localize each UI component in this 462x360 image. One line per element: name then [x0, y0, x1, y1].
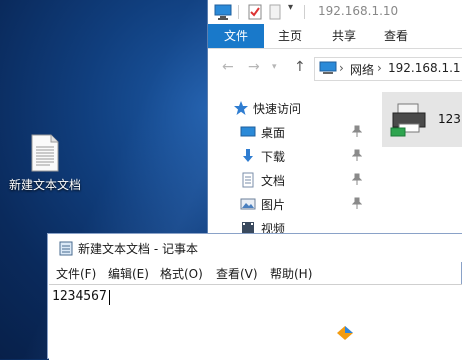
file-explorer-window[interactable]: ▾ 192.168.1.10 文件 主页 共享 查看 ← → ▾ ↑ › 网络 … [207, 0, 462, 240]
separator [304, 5, 305, 19]
sidebar-item-label: 快速访问 [253, 102, 302, 116]
menu-format[interactable]: 格式(O) [160, 265, 203, 282]
tab-view[interactable]: 查看 [376, 24, 416, 48]
desktop-file-icon[interactable]: 新建文本文档 [2, 134, 88, 204]
menu-file[interactable]: 文件(F) [56, 265, 96, 282]
notepad-icon [59, 241, 73, 256]
star-icon [234, 101, 248, 115]
qa-dropdown-icon[interactable]: ▾ [288, 2, 293, 13]
properties-icon[interactable] [246, 3, 264, 21]
watermark-text: 创新互联 [366, 326, 443, 348]
breadcrumb-chevron-icon[interactable]: › [339, 61, 344, 75]
recent-dropdown-icon[interactable]: ▾ [272, 62, 277, 72]
sidebar-item-documents[interactable]: 文档 [228, 170, 378, 190]
up-arrow-icon[interactable]: ↑ [294, 59, 306, 75]
menu-edit[interactable]: 编辑(E) [108, 265, 149, 282]
download-icon [243, 149, 253, 162]
sidebar-item-quick-access[interactable]: 快速访问 [228, 98, 378, 118]
window-title: 192.168.1.10 [318, 4, 399, 18]
navigation-bar: ← → ▾ ↑ › 网络 › 192.168.1.1 [208, 53, 462, 83]
sidebar-item-label: 图片 [261, 198, 286, 212]
document-icon [242, 172, 254, 188]
watermark: 创新互联 [324, 314, 462, 354]
address-bar[interactable]: › 网络 › 192.168.1.1 [314, 57, 462, 81]
tab-file[interactable]: 文件 [208, 24, 264, 48]
sidebar-item-label: 文档 [261, 174, 286, 188]
back-arrow-icon[interactable]: ← [222, 59, 234, 75]
pin-icon[interactable] [352, 173, 362, 185]
new-folder-icon[interactable] [268, 3, 282, 21]
notepad-titlebar[interactable]: 新建文本文档 - 记事本 [48, 234, 462, 262]
sidebar-item-label: 桌面 [261, 126, 286, 140]
sidebar-item-label: 下载 [261, 150, 286, 164]
forward-arrow-icon[interactable]: → [248, 59, 260, 75]
breadcrumb-network[interactable]: 网络 [350, 61, 374, 78]
computer-icon[interactable] [214, 3, 232, 21]
notepad-menubar: 文件(F) 编辑(E) 格式(O) 查看(V) 帮助(H) [48, 262, 462, 284]
watermark-logo-icon [331, 319, 359, 347]
content-item-label: 123. [438, 112, 462, 126]
printer-icon [390, 103, 426, 137]
sidebar-item-desktop[interactable]: 桌面 [228, 122, 378, 142]
network-printer-item[interactable]: 123. [382, 92, 462, 147]
sidebar-item-downloads[interactable]: 下载 [228, 146, 378, 166]
separator [238, 5, 239, 19]
tab-home[interactable]: 主页 [270, 24, 310, 48]
network-icon [319, 61, 337, 74]
breadcrumb-host[interactable]: 192.168.1.1 [388, 61, 461, 75]
sidebar-item-pictures[interactable]: 图片 [228, 194, 378, 214]
pin-icon[interactable] [352, 149, 362, 161]
explorer-titlebar[interactable]: ▾ 192.168.1.10 [208, 0, 462, 24]
notepad-title: 新建文本文档 - 记事本 [78, 242, 198, 256]
text-caret [109, 290, 110, 305]
desktop-icon-label: 新建文本文档 [8, 178, 81, 192]
text-file-icon [31, 134, 59, 172]
menu-help[interactable]: 帮助(H) [270, 265, 312, 282]
picture-icon [240, 198, 256, 210]
ribbon-tabs: 文件 主页 共享 查看 [208, 24, 462, 49]
desktop-icon [240, 126, 256, 137]
pin-icon[interactable] [352, 125, 362, 137]
pin-icon[interactable] [352, 197, 362, 209]
notepad-content: 1234567 [52, 289, 107, 304]
breadcrumb-chevron-icon[interactable]: › [377, 61, 382, 75]
menu-view[interactable]: 查看(V) [216, 265, 258, 282]
tab-share[interactable]: 共享 [324, 24, 364, 48]
